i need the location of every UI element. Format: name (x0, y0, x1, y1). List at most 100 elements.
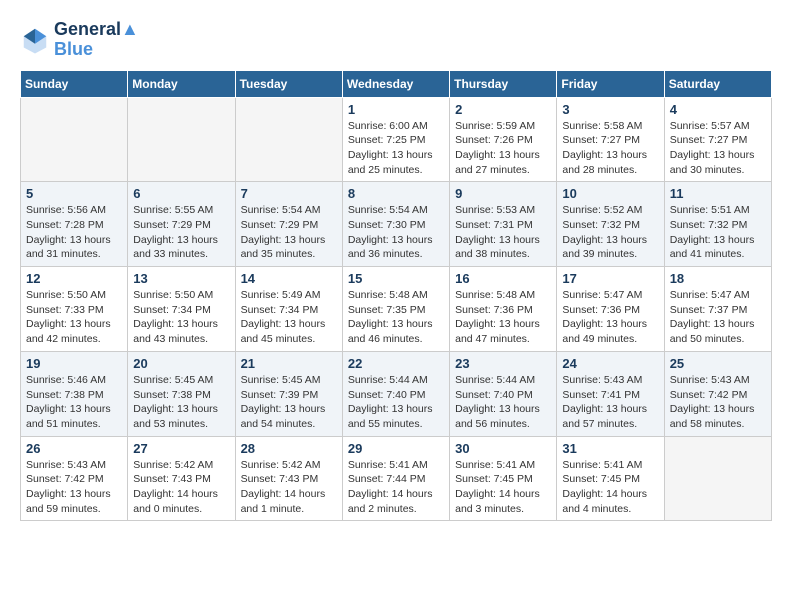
day-info: Sunrise: 5:48 AM Sunset: 7:36 PM Dayligh… (455, 288, 551, 347)
day-number: 13 (133, 271, 229, 286)
calendar-cell: 31 Sunrise: 5:41 AM Sunset: 7:45 PM Dayli… (557, 436, 664, 521)
calendar-cell: 19 Sunrise: 5:46 AM Sunset: 7:38 PM Dayli… (21, 351, 128, 436)
day-info: Sunrise: 5:56 AM Sunset: 7:28 PM Dayligh… (26, 203, 122, 262)
col-header-tuesday: Tuesday (235, 70, 342, 97)
calendar-cell: 15 Sunrise: 5:48 AM Sunset: 7:35 PM Dayli… (342, 267, 449, 352)
day-info: Sunrise: 5:44 AM Sunset: 7:40 PM Dayligh… (455, 373, 551, 432)
calendar-cell: 8 Sunrise: 5:54 AM Sunset: 7:30 PM Daylig… (342, 182, 449, 267)
calendar-cell: 3 Sunrise: 5:58 AM Sunset: 7:27 PM Daylig… (557, 97, 664, 182)
logo-text: General▲ Blue (54, 20, 139, 60)
day-number: 18 (670, 271, 766, 286)
day-info: Sunrise: 5:50 AM Sunset: 7:34 PM Dayligh… (133, 288, 229, 347)
col-header-friday: Friday (557, 70, 664, 97)
day-info: Sunrise: 5:59 AM Sunset: 7:26 PM Dayligh… (455, 119, 551, 178)
logo-icon (20, 25, 50, 55)
page-header: General▲ Blue (20, 20, 772, 60)
day-number: 7 (241, 186, 337, 201)
day-number: 23 (455, 356, 551, 371)
calendar-cell: 1 Sunrise: 6:00 AM Sunset: 7:25 PM Daylig… (342, 97, 449, 182)
calendar-cell: 10 Sunrise: 5:52 AM Sunset: 7:32 PM Dayli… (557, 182, 664, 267)
calendar-cell: 20 Sunrise: 5:45 AM Sunset: 7:38 PM Dayli… (128, 351, 235, 436)
day-info: Sunrise: 5:42 AM Sunset: 7:43 PM Dayligh… (133, 458, 229, 517)
calendar-cell (664, 436, 771, 521)
calendar-cell: 21 Sunrise: 5:45 AM Sunset: 7:39 PM Dayli… (235, 351, 342, 436)
day-number: 21 (241, 356, 337, 371)
day-number: 29 (348, 441, 444, 456)
day-number: 24 (562, 356, 658, 371)
calendar-cell: 28 Sunrise: 5:42 AM Sunset: 7:43 PM Dayli… (235, 436, 342, 521)
calendar-cell: 29 Sunrise: 5:41 AM Sunset: 7:44 PM Dayli… (342, 436, 449, 521)
col-header-sunday: Sunday (21, 70, 128, 97)
calendar-cell: 13 Sunrise: 5:50 AM Sunset: 7:34 PM Dayli… (128, 267, 235, 352)
day-number: 10 (562, 186, 658, 201)
calendar-cell: 26 Sunrise: 5:43 AM Sunset: 7:42 PM Dayli… (21, 436, 128, 521)
day-number: 19 (26, 356, 122, 371)
day-number: 16 (455, 271, 551, 286)
calendar-cell: 27 Sunrise: 5:42 AM Sunset: 7:43 PM Dayli… (128, 436, 235, 521)
day-info: Sunrise: 5:41 AM Sunset: 7:44 PM Dayligh… (348, 458, 444, 517)
day-info: Sunrise: 5:49 AM Sunset: 7:34 PM Dayligh… (241, 288, 337, 347)
day-number: 20 (133, 356, 229, 371)
calendar-cell: 11Sunrise: 5:51 AM Sunset: 7:32 PM Dayli… (664, 182, 771, 267)
day-number: 14 (241, 271, 337, 286)
day-number: 8 (348, 186, 444, 201)
day-number: 9 (455, 186, 551, 201)
calendar-cell: 2 Sunrise: 5:59 AM Sunset: 7:26 PM Daylig… (450, 97, 557, 182)
day-number: 28 (241, 441, 337, 456)
calendar-cell: 7 Sunrise: 5:54 AM Sunset: 7:29 PM Daylig… (235, 182, 342, 267)
day-number: 5 (26, 186, 122, 201)
day-number: 12 (26, 271, 122, 286)
day-info: Sunrise: 5:44 AM Sunset: 7:40 PM Dayligh… (348, 373, 444, 432)
calendar-cell (21, 97, 128, 182)
day-number: 31 (562, 441, 658, 456)
day-number: 3 (562, 102, 658, 117)
day-number: 17 (562, 271, 658, 286)
calendar-cell (235, 97, 342, 182)
day-info: Sunrise: 5:57 AM Sunset: 7:27 PM Dayligh… (670, 119, 766, 178)
day-info: Sunrise: 5:48 AM Sunset: 7:35 PM Dayligh… (348, 288, 444, 347)
day-info: Sunrise: 5:47 AM Sunset: 7:36 PM Dayligh… (562, 288, 658, 347)
logo: General▲ Blue (20, 20, 139, 60)
day-info: Sunrise: 6:00 AM Sunset: 7:25 PM Dayligh… (348, 119, 444, 178)
day-number: 6 (133, 186, 229, 201)
day-info: Sunrise: 5:54 AM Sunset: 7:29 PM Dayligh… (241, 203, 337, 262)
calendar-cell (128, 97, 235, 182)
col-header-saturday: Saturday (664, 70, 771, 97)
calendar-cell: 23 Sunrise: 5:44 AM Sunset: 7:40 PM Dayli… (450, 351, 557, 436)
day-number: 1 (348, 102, 444, 117)
day-info: Sunrise: 5:42 AM Sunset: 7:43 PM Dayligh… (241, 458, 337, 517)
calendar-cell: 9 Sunrise: 5:53 AM Sunset: 7:31 PM Daylig… (450, 182, 557, 267)
day-info: Sunrise: 5:54 AM Sunset: 7:30 PM Dayligh… (348, 203, 444, 262)
day-info: Sunrise: 5:45 AM Sunset: 7:38 PM Dayligh… (133, 373, 229, 432)
day-info: Sunrise: 5:58 AM Sunset: 7:27 PM Dayligh… (562, 119, 658, 178)
day-info: Sunrise: 5:45 AM Sunset: 7:39 PM Dayligh… (241, 373, 337, 432)
day-info: Sunrise: 5:43 AM Sunset: 7:42 PM Dayligh… (26, 458, 122, 517)
day-info: Sunrise: 5:41 AM Sunset: 7:45 PM Dayligh… (455, 458, 551, 517)
day-number: 15 (348, 271, 444, 286)
calendar-cell: 5 Sunrise: 5:56 AM Sunset: 7:28 PM Daylig… (21, 182, 128, 267)
calendar-cell: 24 Sunrise: 5:43 AM Sunset: 7:41 PM Dayli… (557, 351, 664, 436)
calendar-cell: 16 Sunrise: 5:48 AM Sunset: 7:36 PM Dayli… (450, 267, 557, 352)
day-number: 26 (26, 441, 122, 456)
day-number: 25 (670, 356, 766, 371)
day-info: Sunrise: 5:52 AM Sunset: 7:32 PM Dayligh… (562, 203, 658, 262)
day-number: 2 (455, 102, 551, 117)
day-number: 11 (670, 186, 766, 201)
day-info: Sunrise: 5:55 AM Sunset: 7:29 PM Dayligh… (133, 203, 229, 262)
day-info: Sunrise: 5:41 AM Sunset: 7:45 PM Dayligh… (562, 458, 658, 517)
col-header-thursday: Thursday (450, 70, 557, 97)
day-info: Sunrise: 5:43 AM Sunset: 7:42 PM Dayligh… (670, 373, 766, 432)
calendar-cell: 18Sunrise: 5:47 AM Sunset: 7:37 PM Dayli… (664, 267, 771, 352)
col-header-wednesday: Wednesday (342, 70, 449, 97)
calendar-table: SundayMondayTuesdayWednesdayThursdayFrid… (20, 70, 772, 522)
day-number: 4 (670, 102, 766, 117)
day-info: Sunrise: 5:53 AM Sunset: 7:31 PM Dayligh… (455, 203, 551, 262)
calendar-cell: 14 Sunrise: 5:49 AM Sunset: 7:34 PM Dayli… (235, 267, 342, 352)
day-number: 27 (133, 441, 229, 456)
day-info: Sunrise: 5:46 AM Sunset: 7:38 PM Dayligh… (26, 373, 122, 432)
calendar-cell: 12Sunrise: 5:50 AM Sunset: 7:33 PM Dayli… (21, 267, 128, 352)
day-number: 22 (348, 356, 444, 371)
day-info: Sunrise: 5:43 AM Sunset: 7:41 PM Dayligh… (562, 373, 658, 432)
calendar-cell: 17 Sunrise: 5:47 AM Sunset: 7:36 PM Dayli… (557, 267, 664, 352)
day-number: 30 (455, 441, 551, 456)
